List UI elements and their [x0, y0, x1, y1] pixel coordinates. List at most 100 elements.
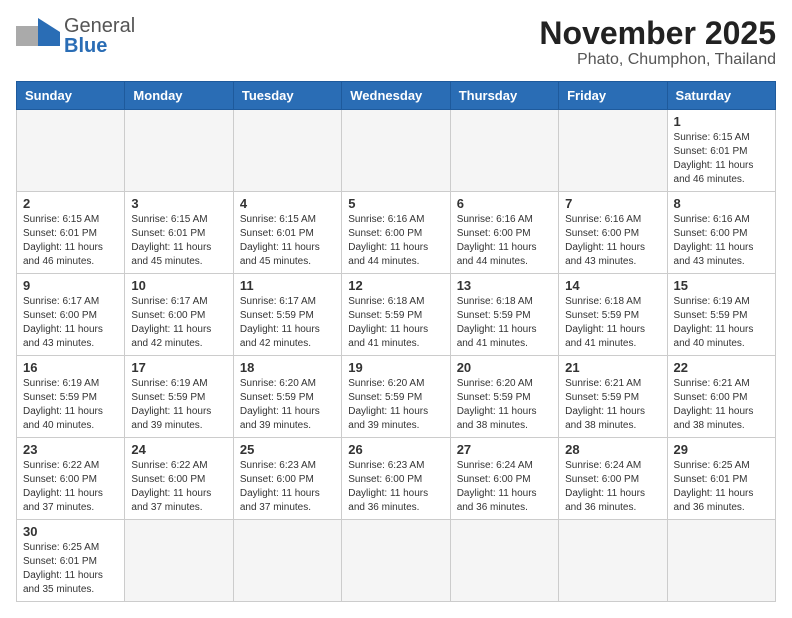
month-year: November 2025 — [539, 16, 776, 51]
calendar-cell: 6 Sunrise: 6:16 AMSunset: 6:00 PMDaylight… — [450, 192, 558, 274]
day-number: 6 — [457, 196, 552, 211]
calendar-cell: 20 Sunrise: 6:20 AMSunset: 5:59 PMDayligh… — [450, 356, 558, 438]
day-number: 28 — [565, 442, 660, 457]
calendar-cell: 21 Sunrise: 6:21 AMSunset: 5:59 PMDayligh… — [559, 356, 667, 438]
cell-info: Sunrise: 6:21 AMSunset: 6:00 PMDaylight:… — [674, 377, 769, 433]
cell-info: Sunrise: 6:16 AMSunset: 6:00 PMDaylight:… — [565, 213, 660, 269]
day-header-thursday: Thursday — [450, 82, 558, 110]
cell-info: Sunrise: 6:19 AMSunset: 5:59 PMDaylight:… — [131, 377, 226, 433]
cell-info: Sunrise: 6:24 AMSunset: 6:00 PMDaylight:… — [565, 459, 660, 515]
cell-info: Sunrise: 6:22 AMSunset: 6:00 PMDaylight:… — [23, 459, 118, 515]
day-number: 23 — [23, 442, 118, 457]
day-number: 10 — [131, 278, 226, 293]
calendar-cell: 24 Sunrise: 6:22 AMSunset: 6:00 PMDayligh… — [125, 438, 233, 520]
calendar-cell: 7Sunrise: 6:16 AMSunset: 6:00 PMDaylight… — [559, 192, 667, 274]
cell-info: Sunrise: 6:19 AMSunset: 5:59 PMDaylight:… — [674, 295, 769, 351]
day-number: 24 — [131, 442, 226, 457]
cell-info: Sunrise: 6:20 AMSunset: 5:59 PMDaylight:… — [348, 377, 443, 433]
day-number: 21 — [565, 360, 660, 375]
day-number: 2 — [23, 196, 118, 211]
day-number: 16 — [23, 360, 118, 375]
day-number: 3 — [131, 196, 226, 211]
cell-info: Sunrise: 6:25 AMSunset: 6:01 PMDaylight:… — [674, 459, 769, 515]
calendar-cell — [667, 520, 775, 602]
cell-info: Sunrise: 6:20 AMSunset: 5:59 PMDaylight:… — [240, 377, 335, 433]
calendar-cell: 26 Sunrise: 6:23 AMSunset: 6:00 PMDayligh… — [342, 438, 450, 520]
calendar-cell: 3Sunrise: 6:15 AMSunset: 6:01 PMDaylight… — [125, 192, 233, 274]
calendar-cell: 11 Sunrise: 6:17 AMSunset: 5:59 PMDayligh… — [233, 274, 341, 356]
day-header-tuesday: Tuesday — [233, 82, 341, 110]
day-number: 29 — [674, 442, 769, 457]
day-header-sunday: Sunday — [17, 82, 125, 110]
cell-info: Sunrise: 6:16 AMSunset: 6:00 PMDaylight:… — [457, 213, 552, 269]
calendar-cell: 14 Sunrise: 6:18 AMSunset: 5:59 PMDayligh… — [559, 274, 667, 356]
calendar-cell: 10 Sunrise: 6:17 AMSunset: 6:00 PMDayligh… — [125, 274, 233, 356]
calendar-cell — [559, 110, 667, 192]
day-header-saturday: Saturday — [667, 82, 775, 110]
cell-info: Sunrise: 6:23 AMSunset: 6:00 PMDaylight:… — [240, 459, 335, 515]
day-number: 22 — [674, 360, 769, 375]
day-header-monday: Monday — [125, 82, 233, 110]
calendar-cell — [450, 520, 558, 602]
day-number: 5 — [348, 196, 443, 211]
day-number: 11 — [240, 278, 335, 293]
cell-info: Sunrise: 6:18 AMSunset: 5:59 PMDaylight:… — [457, 295, 552, 351]
cell-info: Sunrise: 6:21 AMSunset: 5:59 PMDaylight:… — [565, 377, 660, 433]
calendar-cell: 1Sunrise: 6:15 AMSunset: 6:01 PMDaylight… — [667, 110, 775, 192]
calendar-cell: 18Sunrise: 6:20 AMSunset: 5:59 PMDayligh… — [233, 356, 341, 438]
calendar-cell: 27 Sunrise: 6:24 AMSunset: 6:00 PMDayligh… — [450, 438, 558, 520]
day-number: 17 — [131, 360, 226, 375]
logo: General Blue — [16, 16, 135, 56]
day-number: 12 — [348, 278, 443, 293]
cell-info: Sunrise: 6:18 AMSunset: 5:59 PMDaylight:… — [348, 295, 443, 351]
calendar-cell: 9 Sunrise: 6:17 AMSunset: 6:00 PMDaylight… — [17, 274, 125, 356]
calendar-cell: 4 Sunrise: 6:15 AMSunset: 6:01 PMDaylight… — [233, 192, 341, 274]
calendar-cell: 8Sunrise: 6:16 AMSunset: 6:00 PMDaylight… — [667, 192, 775, 274]
calendar-cell — [233, 520, 341, 602]
cell-info: Sunrise: 6:23 AMSunset: 6:00 PMDaylight:… — [348, 459, 443, 515]
day-number: 27 — [457, 442, 552, 457]
calendar-cell — [125, 520, 233, 602]
calendar-cell — [125, 110, 233, 192]
cell-info: Sunrise: 6:22 AMSunset: 6:00 PMDaylight:… — [131, 459, 226, 515]
title-section: November 2025 Phato, Chumphon, Thailand — [539, 16, 776, 69]
calendar-cell — [450, 110, 558, 192]
day-number: 15 — [674, 278, 769, 293]
calendar-cell: 28 Sunrise: 6:24 AMSunset: 6:00 PMDayligh… — [559, 438, 667, 520]
calendar-cell: 16 Sunrise: 6:19 AMSunset: 5:59 PMDayligh… — [17, 356, 125, 438]
calendar-cell: 15 Sunrise: 6:19 AMSunset: 5:59 PMDayligh… — [667, 274, 775, 356]
cell-info: Sunrise: 6:15 AMSunset: 6:01 PMDaylight:… — [240, 213, 335, 269]
calendar: SundayMondayTuesdayWednesdayThursdayFrid… — [16, 81, 776, 602]
cell-info: Sunrise: 6:17 AMSunset: 5:59 PMDaylight:… — [240, 295, 335, 351]
cell-info: Sunrise: 6:19 AMSunset: 5:59 PMDaylight:… — [23, 377, 118, 433]
day-number: 8 — [674, 196, 769, 211]
day-number: 4 — [240, 196, 335, 211]
cell-info: Sunrise: 6:17 AMSunset: 6:00 PMDaylight:… — [131, 295, 226, 351]
cell-info: Sunrise: 6:18 AMSunset: 5:59 PMDaylight:… — [565, 295, 660, 351]
location: Phato, Chumphon, Thailand — [539, 51, 776, 69]
day-number: 30 — [23, 524, 118, 539]
cell-info: Sunrise: 6:16 AMSunset: 6:00 PMDaylight:… — [348, 213, 443, 269]
cell-info: Sunrise: 6:24 AMSunset: 6:00 PMDaylight:… — [457, 459, 552, 515]
cell-info: Sunrise: 6:15 AMSunset: 6:01 PMDaylight:… — [23, 213, 118, 269]
calendar-cell — [342, 110, 450, 192]
calendar-cell — [17, 110, 125, 192]
day-header-wednesday: Wednesday — [342, 82, 450, 110]
cell-info: Sunrise: 6:20 AMSunset: 5:59 PMDaylight:… — [457, 377, 552, 433]
calendar-cell — [233, 110, 341, 192]
cell-info: Sunrise: 6:25 AMSunset: 6:01 PMDaylight:… — [23, 541, 118, 597]
header: General Blue November 2025 Phato, Chumph… — [16, 16, 776, 69]
cell-info: Sunrise: 6:15 AMSunset: 6:01 PMDaylight:… — [674, 131, 769, 187]
day-number: 19 — [348, 360, 443, 375]
calendar-cell: 13Sunrise: 6:18 AMSunset: 5:59 PMDayligh… — [450, 274, 558, 356]
calendar-cell: 2 Sunrise: 6:15 AMSunset: 6:01 PMDaylight… — [17, 192, 125, 274]
day-number: 20 — [457, 360, 552, 375]
calendar-cell: 5 Sunrise: 6:16 AMSunset: 6:00 PMDaylight… — [342, 192, 450, 274]
day-number: 26 — [348, 442, 443, 457]
day-header-friday: Friday — [559, 82, 667, 110]
day-number: 14 — [565, 278, 660, 293]
calendar-cell: 19 Sunrise: 6:20 AMSunset: 5:59 PMDayligh… — [342, 356, 450, 438]
day-number: 25 — [240, 442, 335, 457]
day-number: 9 — [23, 278, 118, 293]
cell-info: Sunrise: 6:17 AMSunset: 6:00 PMDaylight:… — [23, 295, 118, 351]
